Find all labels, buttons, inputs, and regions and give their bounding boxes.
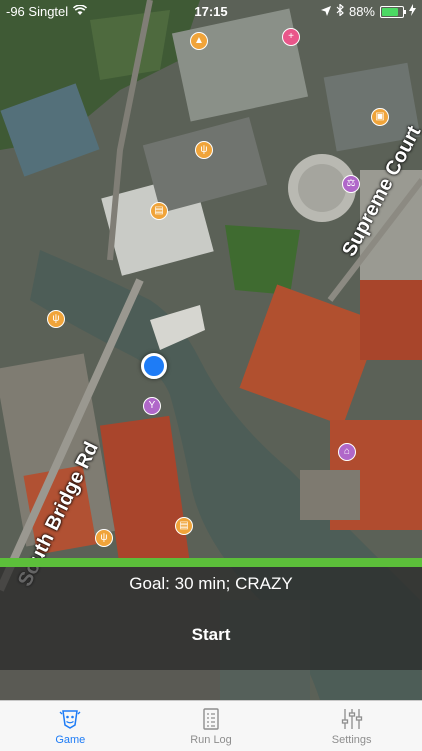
current-location-marker	[141, 353, 167, 379]
restaurant-icon[interactable]: ψ	[195, 141, 213, 159]
bluetooth-icon	[336, 3, 344, 19]
charging-icon	[409, 4, 416, 19]
settings-icon	[341, 709, 362, 729]
shop-icon[interactable]: ▤	[175, 517, 193, 535]
start-button[interactable]: Start	[150, 619, 272, 651]
tab-game-label: Game	[55, 734, 86, 746]
tab-run-log-label: Run Log	[190, 734, 232, 746]
tab-settings[interactable]: Settings	[281, 701, 422, 751]
battery-percent: 88%	[348, 4, 375, 19]
shop-icon[interactable]: ▤	[150, 202, 168, 220]
progress-bar	[0, 558, 422, 567]
bar-icon[interactable]: Y	[143, 397, 161, 415]
run-log-icon	[203, 708, 219, 730]
status-bar: -96 Singtel 17:15 88%	[0, 0, 422, 22]
tab-settings-label: Settings	[331, 734, 372, 746]
location-arrow-icon	[320, 4, 331, 19]
restaurant-icon[interactable]: ψ	[95, 529, 113, 547]
landmark-icon[interactable]: ▲	[190, 32, 208, 50]
shopping-icon[interactable]: ▣	[371, 108, 389, 126]
hotel-icon[interactable]: ⌂	[338, 443, 356, 461]
goal-label: Goal: 30 min; CRAZY	[129, 574, 293, 593]
court-icon[interactable]: ⚖	[342, 175, 360, 193]
run-panel: Goal: 30 min; CRAZY Start	[0, 567, 422, 670]
battery-icon	[380, 5, 406, 18]
tab-run-log[interactable]: Run Log	[141, 701, 282, 751]
medical-icon[interactable]: +	[282, 28, 300, 46]
tab-game[interactable]: Game	[0, 701, 141, 751]
game-icon	[59, 710, 81, 729]
tab-bar: Game Run Log Settings	[0, 700, 422, 751]
restaurant-icon[interactable]: ψ	[47, 310, 65, 328]
